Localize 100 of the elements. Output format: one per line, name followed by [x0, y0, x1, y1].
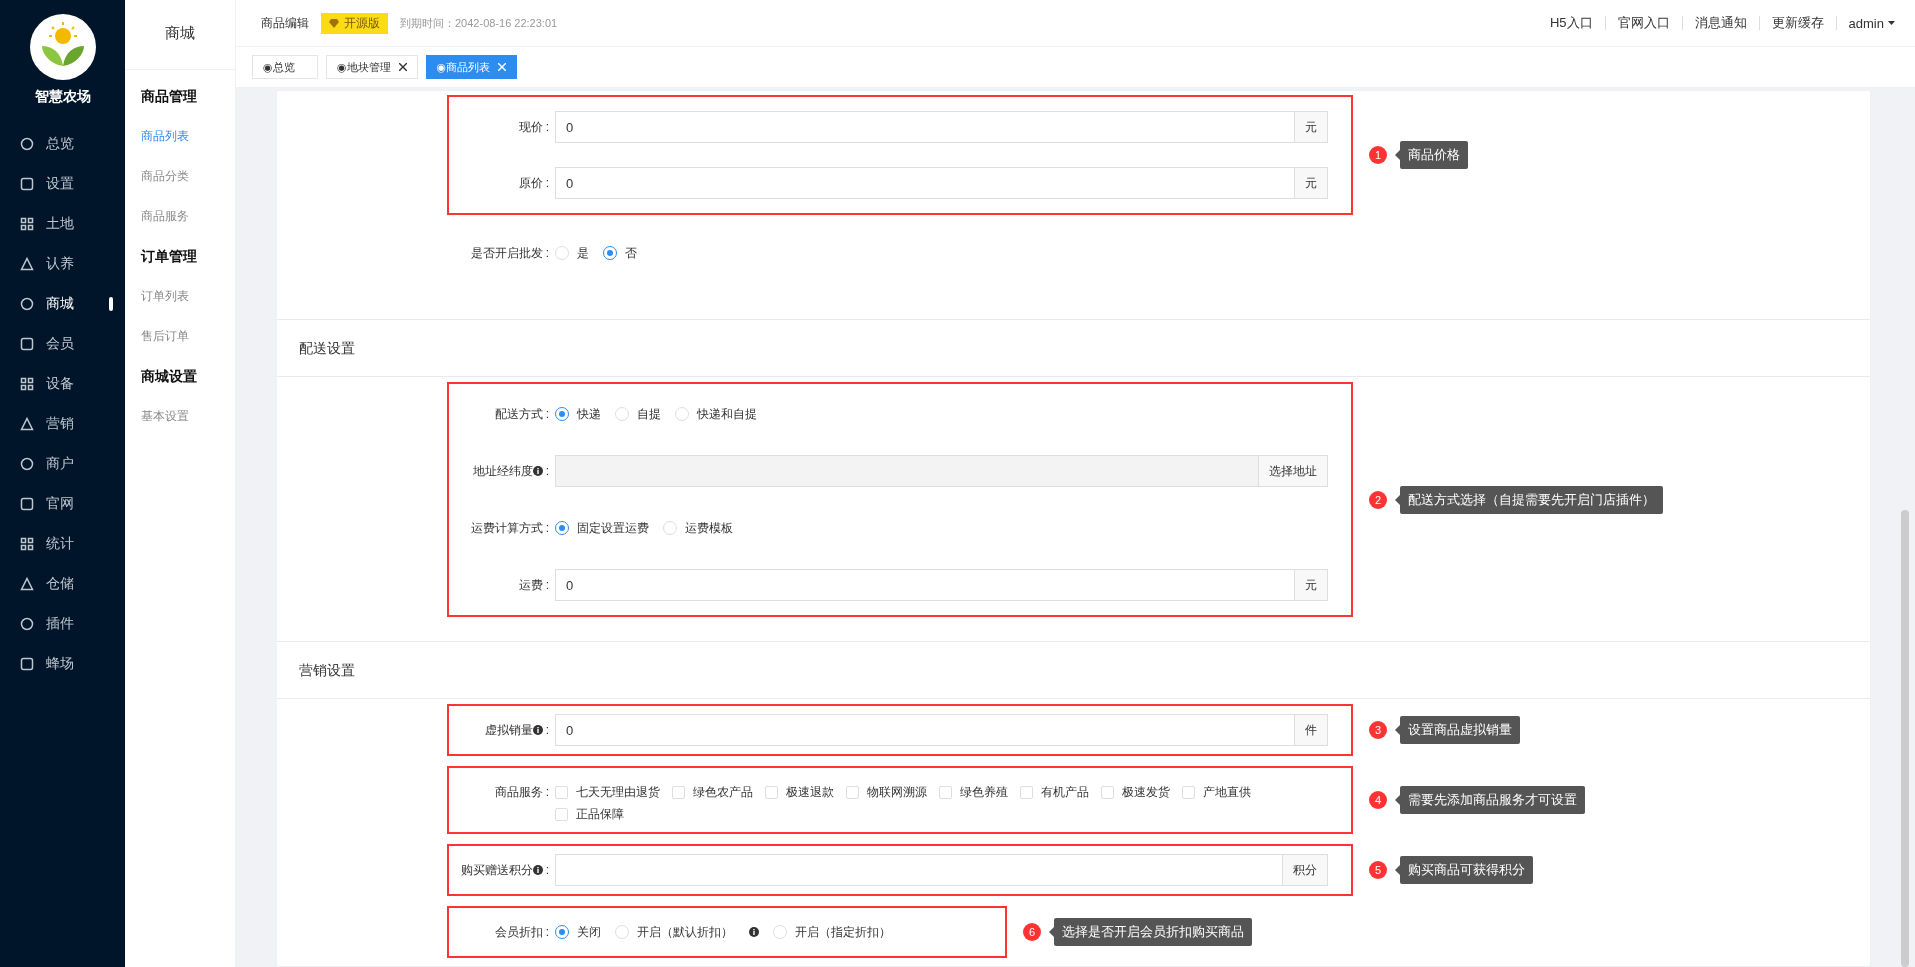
option-label: 正品保障	[576, 805, 624, 823]
submenu-item[interactable]: 基本设置	[125, 396, 235, 436]
input-addon: 元	[1294, 569, 1328, 601]
option-label: 快递	[577, 405, 601, 423]
submenu-heading: 商品管理	[140, 87, 198, 106]
checkbox[interactable]	[1101, 785, 1114, 799]
field-label: 会员折扣 :	[493, 924, 550, 941]
step-number: 1	[1369, 146, 1387, 164]
option-label: 极速退款	[786, 783, 834, 801]
input-addon: 元	[1294, 167, 1328, 199]
nav-item[interactable]: 营销	[0, 404, 125, 444]
nav-item[interactable]: 设备	[0, 364, 125, 404]
submenu-item[interactable]: 商品服务	[125, 196, 235, 236]
submenu-item[interactable]: 售后订单	[125, 316, 235, 356]
option-label: 绿色养殖	[960, 783, 1008, 801]
field-label: 配送方式 :	[493, 406, 550, 423]
option-label: 否	[625, 244, 637, 262]
option-label: 固定设置运费	[577, 519, 649, 537]
user-menu[interactable]: admin	[1848, 15, 1895, 31]
section-title: 营销设置	[277, 642, 1870, 699]
submenu-item[interactable]: 商品列表	[125, 116, 235, 156]
close-icon[interactable]	[398, 63, 407, 71]
input-addon: 元	[1294, 111, 1328, 143]
checkbox[interactable]	[672, 785, 685, 799]
section-title: 配送设置	[277, 320, 1870, 377]
callout-label: 配送方式选择（自提需要先开启门店插件）	[1395, 485, 1663, 514]
option-label: 关闭	[577, 923, 601, 941]
nav-item[interactable]: 认养	[0, 244, 125, 284]
submenu-item[interactable]: 商品分类	[125, 156, 235, 196]
step-number: 6	[1023, 923, 1041, 941]
nav-item[interactable]: 统计	[0, 524, 125, 564]
callout-label: 设置商品虚拟销量	[1395, 716, 1520, 744]
text-input[interactable]: 0	[555, 167, 1294, 199]
text-input[interactable]: 0	[555, 111, 1294, 143]
option-label: 是	[577, 244, 589, 262]
checkbox[interactable]	[1182, 785, 1195, 799]
option-label: 快递和自提	[697, 405, 757, 423]
text-input[interactable]: 0	[555, 569, 1294, 601]
nav-item[interactable]: 设置	[0, 164, 125, 204]
text-input[interactable]	[555, 854, 1282, 886]
checkbox[interactable]	[765, 785, 778, 799]
page-tab[interactable]: ◉地块管理	[326, 55, 418, 79]
option-label: 物联网溯源	[867, 783, 927, 801]
field-label: 虚拟销量 :	[483, 722, 550, 739]
header-link[interactable]: 官网入口	[1617, 14, 1670, 32]
field-label: 地址经纬度 :	[471, 463, 550, 480]
field-label: 运费 :	[517, 577, 550, 594]
caret-icon	[1888, 21, 1895, 25]
field-label: 原价 :	[517, 175, 550, 192]
step-number: 5	[1369, 861, 1387, 879]
option-label: 自提	[637, 405, 661, 423]
gem-icon	[329, 18, 339, 28]
nav-item[interactable]: 官网	[0, 484, 125, 524]
grid-icon	[20, 217, 34, 231]
checkbox[interactable]	[846, 785, 859, 799]
field-label: 购买赠送积分 :	[459, 862, 550, 879]
input-addon: 件	[1294, 714, 1328, 746]
nav-item[interactable]: 商户	[0, 444, 125, 484]
option-label: 有机产品	[1041, 783, 1089, 801]
page-tab[interactable]: ◉总览	[252, 55, 318, 79]
page-title: 商品编辑	[261, 14, 309, 32]
nav-item[interactable]: 仓储	[0, 564, 125, 604]
option-label: 产地直供	[1203, 783, 1251, 801]
step-number: 2	[1369, 490, 1387, 509]
logo-drawing	[29, 14, 96, 80]
submenu-heading: 订单管理	[139, 247, 198, 266]
edition-label: 开源版	[344, 14, 380, 32]
header-link[interactable]: 更新缓存	[1771, 14, 1824, 32]
nav-item[interactable]: 土地	[0, 204, 125, 244]
checkbox[interactable]	[555, 807, 568, 821]
header-link[interactable]: H5入口	[1549, 14, 1593, 32]
scrollbar[interactable]	[1901, 510, 1909, 967]
field-label: 现价 :	[517, 119, 550, 136]
field-label: 是否开启批发 :	[469, 245, 550, 262]
text-input[interactable]: 0	[555, 714, 1294, 746]
header-link[interactable]: 消息通知	[1694, 14, 1747, 32]
nav-item[interactable]: 总览	[0, 124, 125, 164]
field-label: 运费计算方式 :	[469, 520, 550, 537]
submenu-item[interactable]: 订单列表	[125, 276, 235, 316]
expiry-time: 到期时间：2042-08-16 22:23:01	[400, 15, 558, 31]
nav-item[interactable]: 蜂场	[0, 644, 125, 684]
option-label: 开启（默认折扣）	[637, 923, 733, 941]
option-label: 运费模板	[685, 519, 733, 537]
checkbox[interactable]	[939, 785, 952, 799]
submenu-heading: 商城设置	[140, 367, 198, 386]
nav-item[interactable]: 商城	[0, 284, 125, 324]
option-label: 绿色农产品	[693, 783, 753, 801]
nav-item[interactable]: 插件	[0, 604, 125, 644]
field-label: 商品服务 :	[493, 784, 550, 801]
brand-name: 智慧农场	[34, 88, 91, 106]
active-indicator	[109, 297, 113, 311]
callout-label: 商品价格	[1395, 141, 1468, 169]
callout-label: 购买商品可获得积分	[1395, 856, 1533, 884]
checkbox[interactable]	[1020, 785, 1033, 799]
checkbox[interactable]	[555, 785, 568, 799]
step-number: 4	[1369, 791, 1387, 809]
input-addon: 积分	[1282, 854, 1328, 886]
submenu-title: 商城	[125, 0, 235, 70]
option-label: 极速发货	[1122, 783, 1170, 801]
nav-item[interactable]: 会员	[0, 324, 125, 364]
